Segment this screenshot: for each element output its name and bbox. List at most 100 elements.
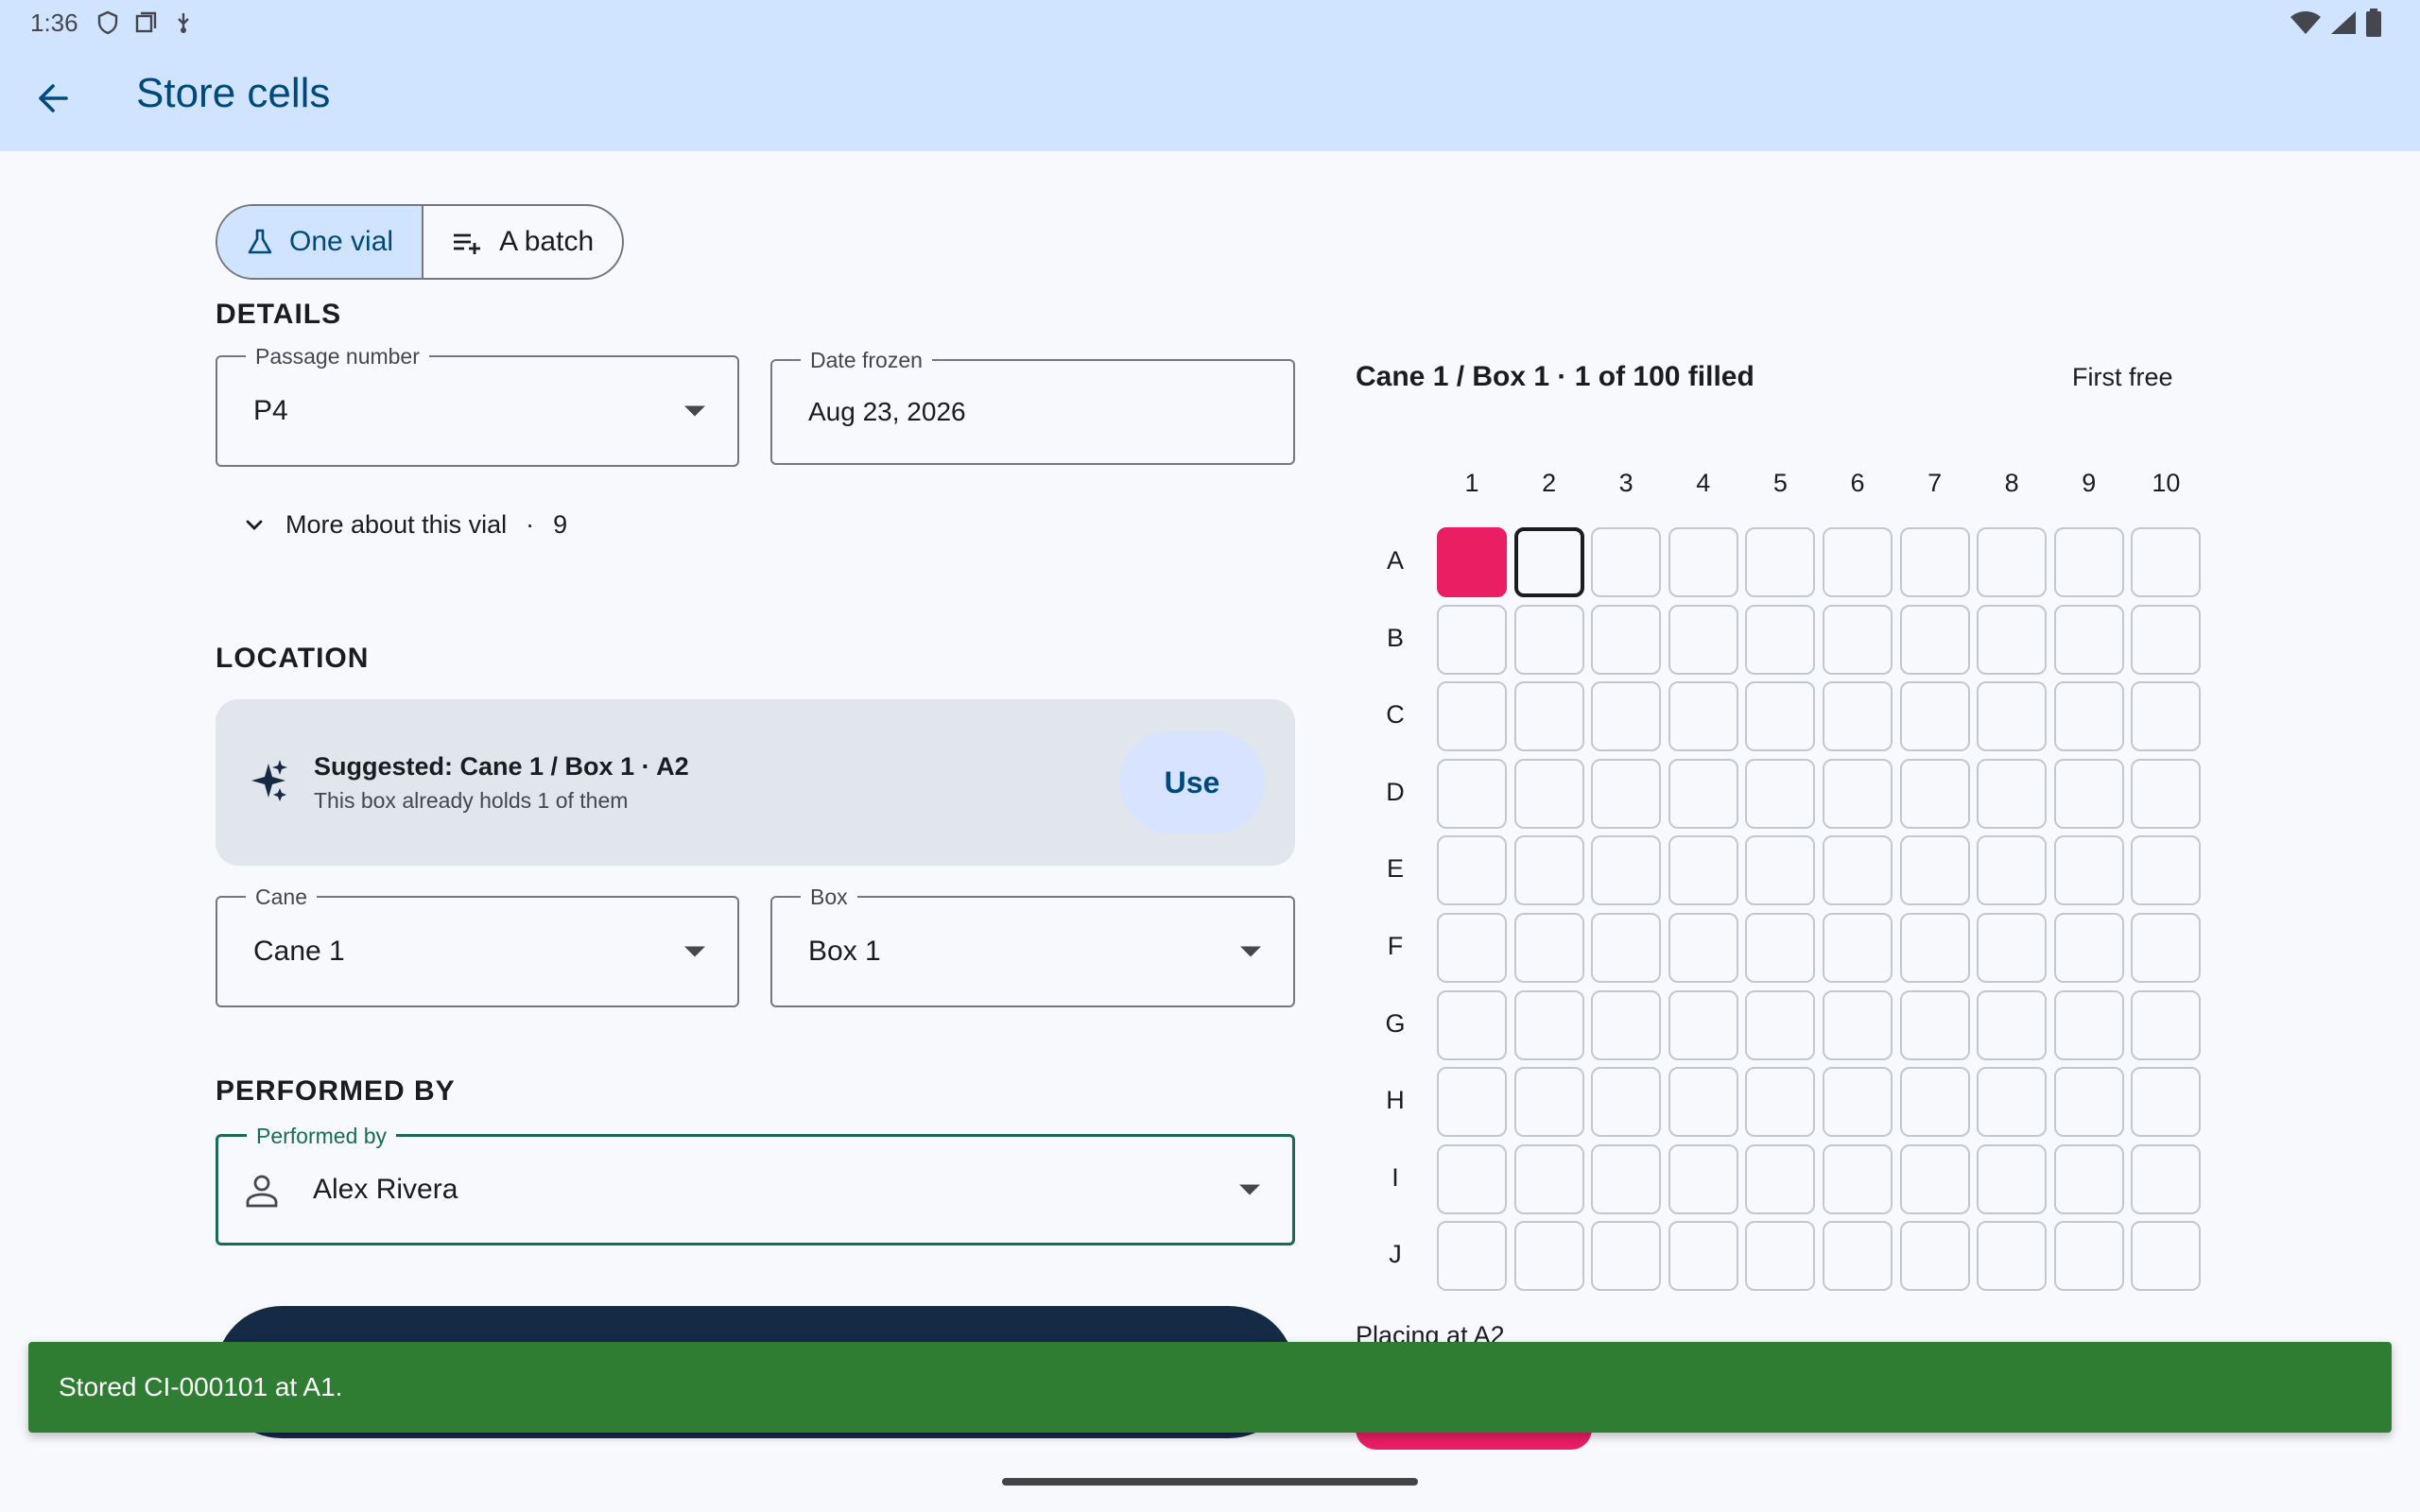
grid-cell[interactable] (1668, 604, 1738, 675)
grid-cell[interactable] (2131, 989, 2202, 1060)
grid-cell[interactable] (1745, 1143, 1816, 1214)
grid-cell[interactable] (1745, 758, 1816, 829)
grid-cell[interactable] (1977, 681, 2048, 752)
grid-cell[interactable] (1591, 527, 1662, 597)
grid-cell[interactable] (2131, 604, 2202, 675)
grid-cell[interactable] (1437, 835, 1507, 906)
grid-cell[interactable] (1437, 604, 1507, 675)
grid-cell[interactable] (2053, 758, 2124, 829)
grid-cell[interactable] (1823, 1221, 1893, 1292)
grid-cell[interactable] (1823, 1143, 1893, 1214)
grid-cell[interactable] (2131, 1221, 2202, 1292)
grid-cell[interactable] (1591, 989, 1662, 1060)
grid-cell[interactable] (1437, 1067, 1507, 1138)
grid-cell[interactable] (1513, 913, 1584, 983)
more-about-vial-expander[interactable]: More about this vial · 9 (242, 510, 567, 540)
first-free-button[interactable]: First free (2072, 363, 2173, 392)
grid-cell[interactable] (1899, 1067, 1970, 1138)
grid-cell[interactable] (1823, 758, 1893, 829)
grid-cell[interactable] (2053, 604, 2124, 675)
grid-cell[interactable] (2131, 681, 2202, 752)
grid-cell[interactable] (1977, 913, 2048, 983)
grid-cell[interactable] (1513, 1221, 1584, 1292)
grid-cell[interactable] (1977, 604, 2048, 675)
grid-cell[interactable] (1899, 527, 1970, 597)
grid-cell[interactable] (1437, 989, 1507, 1060)
grid-cell[interactable] (1437, 913, 1507, 983)
grid-cell[interactable] (1745, 1067, 1816, 1138)
batch-segment[interactable]: A batch (422, 206, 622, 278)
grid-cell[interactable] (1899, 835, 1970, 906)
grid-cell[interactable] (1823, 835, 1893, 906)
grid-cell[interactable] (1668, 989, 1738, 1060)
grid-cell[interactable] (1668, 1143, 1738, 1214)
grid-cell[interactable] (1745, 989, 1816, 1060)
grid-cell[interactable] (1977, 1067, 2048, 1138)
grid-cell[interactable] (2053, 913, 2124, 983)
grid-cell[interactable] (1513, 835, 1584, 906)
grid-cell[interactable] (2053, 527, 2124, 597)
grid-cell[interactable] (1513, 681, 1584, 752)
grid-cell[interactable] (2131, 758, 2202, 829)
grid-cell[interactable] (1668, 681, 1738, 752)
grid-cell[interactable] (2053, 835, 2124, 906)
grid-cell[interactable] (1513, 604, 1584, 675)
grid-cell[interactable] (2131, 1143, 2202, 1214)
grid-cell[interactable] (1977, 527, 2048, 597)
grid-cell[interactable] (1668, 1221, 1738, 1292)
grid-cell[interactable] (1899, 604, 1970, 675)
grid-cell[interactable] (1591, 604, 1662, 675)
grid-cell[interactable] (2131, 1067, 2202, 1138)
grid-cell[interactable] (1437, 1221, 1507, 1292)
grid-cell[interactable] (1745, 913, 1816, 983)
grid-cell[interactable] (1513, 1143, 1584, 1214)
grid-cell[interactable] (1899, 989, 1970, 1060)
cane-dropdown[interactable]: Cane Cane 1 (216, 885, 739, 1007)
grid-cell[interactable] (1977, 1143, 2048, 1214)
grid-cell[interactable] (1977, 1221, 2048, 1292)
grid-cell[interactable] (1437, 1143, 1507, 1214)
grid-cell[interactable] (2053, 1067, 2124, 1138)
grid-cell[interactable] (1668, 527, 1738, 597)
grid-cell[interactable] (1977, 835, 2048, 906)
grid-cell[interactable] (1745, 527, 1816, 597)
grid-cell[interactable] (1823, 527, 1893, 597)
grid-cell[interactable] (1823, 681, 1893, 752)
grid-cell[interactable] (1745, 835, 1816, 906)
grid-cell[interactable] (1437, 527, 1507, 597)
grid-cell[interactable] (1591, 1067, 1662, 1138)
grid-cell[interactable] (1899, 758, 1970, 829)
grid-cell[interactable] (1513, 758, 1584, 829)
use-suggestion-button[interactable]: Use (1119, 731, 1265, 833)
back-button[interactable] (23, 68, 83, 129)
grid-cell[interactable] (1823, 913, 1893, 983)
grid-cell[interactable] (1745, 1221, 1816, 1292)
grid-cell[interactable] (2053, 1221, 2124, 1292)
grid-cell[interactable] (1899, 681, 1970, 752)
grid-cell[interactable] (1437, 681, 1507, 752)
grid-cell[interactable] (2131, 835, 2202, 906)
grid-cell[interactable] (1591, 1221, 1662, 1292)
grid-cell[interactable] (1513, 527, 1584, 597)
grid-cell[interactable] (1745, 681, 1816, 752)
grid-cell[interactable] (1899, 1221, 1970, 1292)
passage-number-dropdown[interactable]: Passage number P4 (216, 344, 739, 467)
grid-cell[interactable] (2131, 527, 2202, 597)
grid-cell[interactable] (2053, 681, 2124, 752)
grid-cell[interactable] (1745, 604, 1816, 675)
grid-cell[interactable] (1977, 989, 2048, 1060)
grid-cell[interactable] (2053, 989, 2124, 1060)
grid-cell[interactable] (1591, 758, 1662, 829)
grid-cell[interactable] (1823, 604, 1893, 675)
grid-cell[interactable] (1668, 1067, 1738, 1138)
grid-cell[interactable] (1668, 913, 1738, 983)
grid-cell[interactable] (1437, 758, 1507, 829)
grid-cell[interactable] (1899, 913, 1970, 983)
grid-cell[interactable] (1591, 913, 1662, 983)
date-frozen-field[interactable]: Date frozen Aug 23, 2026 (770, 348, 1295, 465)
grid-cell[interactable] (1591, 1143, 1662, 1214)
grid-cell[interactable] (1823, 989, 1893, 1060)
grid-cell[interactable] (1823, 1067, 1893, 1138)
grid-cell[interactable] (1668, 758, 1738, 829)
grid-cell[interactable] (1513, 989, 1584, 1060)
